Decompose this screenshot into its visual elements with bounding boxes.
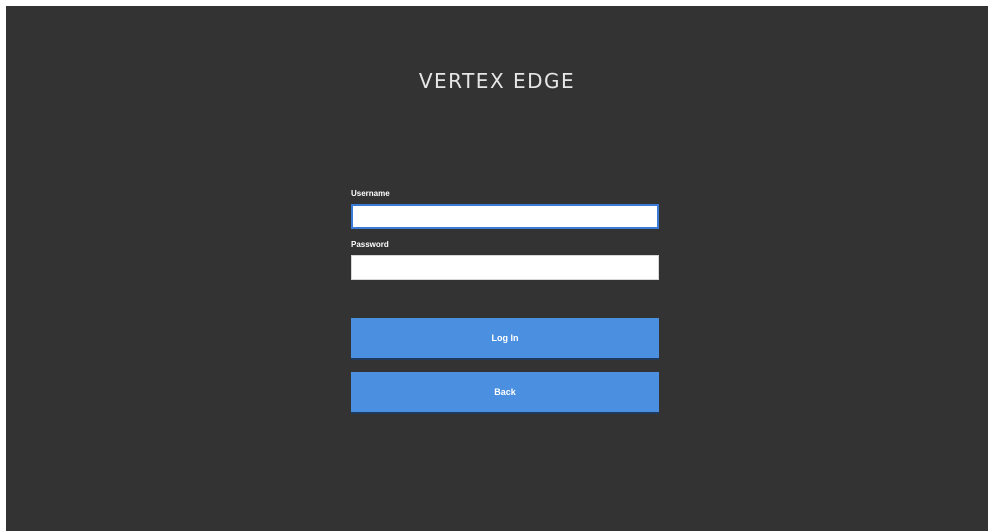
login-screen: VERTEX EDGE Username Password Log In Bac… <box>6 6 988 531</box>
password-field[interactable] <box>351 255 659 280</box>
password-label: Password <box>351 240 389 249</box>
username-field[interactable] <box>351 204 659 229</box>
login-button[interactable]: Log In <box>351 318 659 358</box>
brand-title: VERTEX EDGE <box>418 69 576 93</box>
username-label: Username <box>351 189 390 198</box>
login-form: Username Password Log In Back <box>351 189 659 412</box>
back-button[interactable]: Back <box>351 372 659 412</box>
